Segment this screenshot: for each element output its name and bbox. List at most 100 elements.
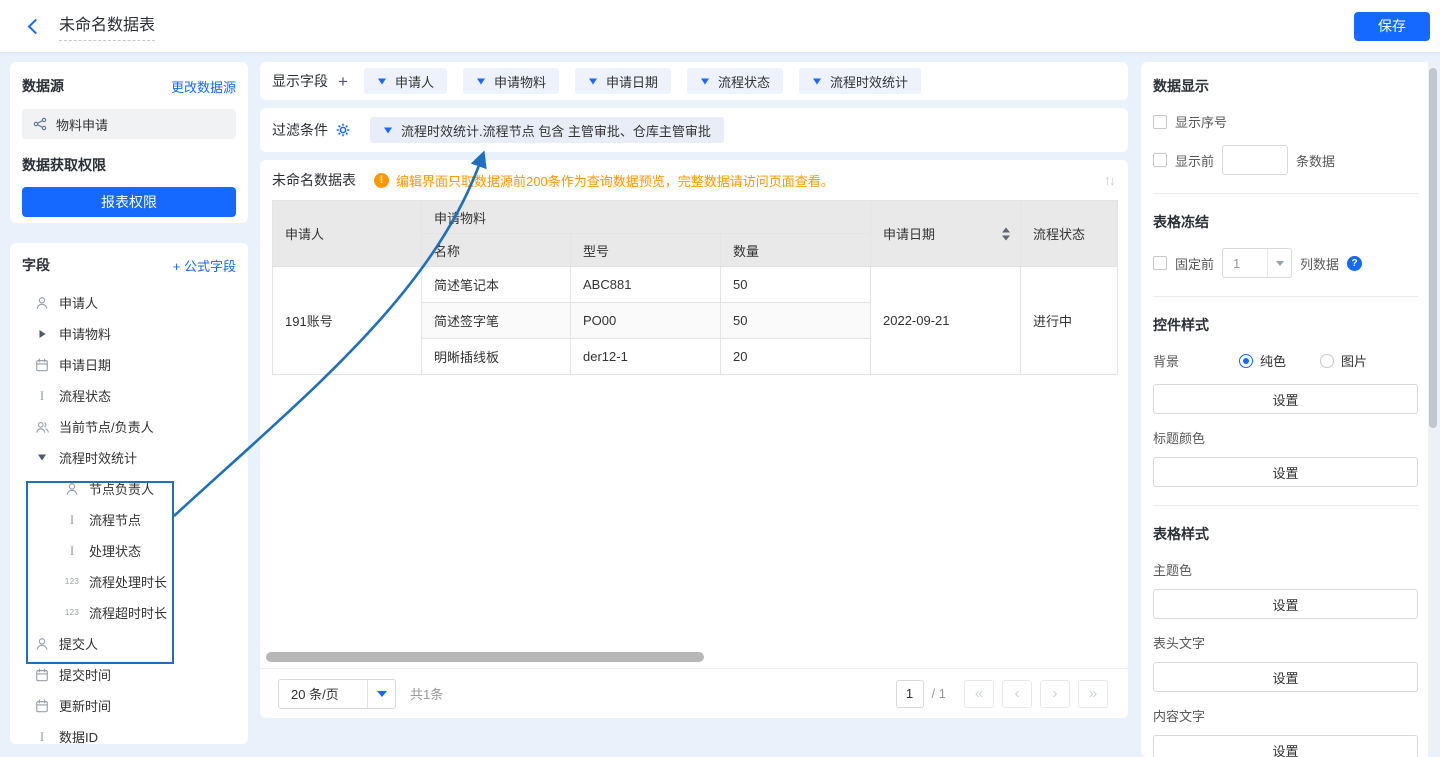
cell-date: 2022-09-21 (871, 267, 1021, 375)
caret-down-icon (377, 77, 387, 86)
field-item-update-time[interactable]: 更新时间 (10, 690, 248, 721)
next-page-button[interactable]: › (1040, 680, 1070, 708)
field-chip-applicant[interactable]: 申请人 (364, 68, 447, 94)
divider (1153, 505, 1418, 506)
field-chip-process-status[interactable]: 流程状态 (687, 68, 783, 94)
filter-label: 过滤条件 (272, 120, 328, 140)
topbar: 未命名数据表 保存 (0, 0, 1440, 52)
cell-material-quantity: 50 (721, 303, 871, 339)
horizontal-scrollbar-thumb[interactable] (266, 652, 704, 662)
field-item-process-node[interactable]: I 流程节点 (10, 504, 248, 535)
field-item-submitter[interactable]: 提交人 (10, 628, 248, 659)
caret-down-icon (1267, 249, 1291, 277)
caret-down-icon (383, 126, 393, 135)
caret-down-icon (367, 680, 395, 708)
caret-down-icon (34, 453, 50, 462)
datasource-card: 数据源 更改数据源 物料申请 数据获取权限 报表权限 (10, 62, 248, 223)
sort-order-icon[interactable]: ↑↓ (1104, 172, 1114, 188)
title-color-set-button[interactable]: 设置 (1153, 457, 1418, 487)
cell-material-name: 明晰插线板 (422, 339, 571, 375)
field-item-current-node-owner[interactable]: 当前节点/负责人 (10, 411, 248, 442)
cols-suffix-label: 列数据 (1300, 254, 1339, 273)
show-index-checkbox[interactable] (1153, 115, 1167, 129)
show-first-label: 显示前 (1175, 151, 1214, 170)
row-limit-input[interactable] (1222, 145, 1288, 175)
field-item-process-time-stats[interactable]: 流程时效统计 (10, 442, 248, 473)
radio-image[interactable]: 图片 (1320, 351, 1367, 370)
last-page-button[interactable]: » (1078, 680, 1108, 708)
field-item-handle-status[interactable]: I 处理状态 (10, 535, 248, 566)
filter-settings-gear-icon[interactable] (336, 123, 350, 137)
add-formula-field-link[interactable]: + 公式字段 (173, 256, 236, 275)
calendar-icon (34, 699, 50, 713)
background-label: 背景 (1153, 351, 1231, 370)
col-header-date[interactable]: 申请日期 (871, 201, 1021, 267)
help-icon[interactable]: ? (1347, 256, 1362, 271)
field-chip-process-time-stats[interactable]: 流程时效统计 (799, 68, 921, 94)
save-button[interactable]: 保存 (1354, 12, 1430, 41)
data-display-heading: 数据显示 (1153, 76, 1418, 96)
content-text-set-button[interactable]: 设置 (1153, 735, 1418, 757)
field-item-process-status[interactable]: I 流程状态 (10, 380, 248, 411)
field-item-submit-time[interactable]: 提交时间 (10, 659, 248, 690)
field-item-apply-date[interactable]: 申请日期 (10, 349, 248, 380)
page-title[interactable]: 未命名数据表 (59, 11, 155, 41)
current-page-input[interactable]: 1 (896, 680, 924, 708)
filter-condition-chip[interactable]: 流程时效统计.流程节点 包含 主管审批、仓库主管审批 (370, 117, 724, 143)
back-icon[interactable] (28, 18, 44, 34)
show-first-checkbox[interactable] (1153, 153, 1167, 167)
content-text-label: 内容文字 (1153, 706, 1418, 725)
caret-down-icon (476, 77, 486, 86)
text-icon: I (64, 513, 80, 526)
add-display-field-button[interactable]: + (338, 73, 348, 90)
freeze-count-select[interactable]: 1 (1222, 248, 1292, 278)
col-header-status[interactable]: 流程状态 (1021, 201, 1118, 267)
caret-down-icon (812, 77, 822, 86)
text-icon: I (34, 389, 50, 402)
fields-card: 字段 + 公式字段 申请人 申请物料 申请日期 I 流程状态 当前节点/负责人 (10, 243, 248, 744)
header-text-label: 表头文字 (1153, 633, 1418, 652)
cell-material-name: 简述签字笔 (422, 303, 571, 339)
col-header-applicant[interactable]: 申请人 (273, 201, 422, 267)
field-item-apply-material[interactable]: 申请物料 (10, 318, 248, 349)
rows-suffix-label: 条数据 (1296, 151, 1335, 170)
field-item-data-id[interactable]: I 数据ID (10, 721, 248, 744)
col-header-name[interactable]: 名称 (422, 234, 571, 267)
style-settings-panel: 数据显示 显示序号 显示前 条数据 表格冻结 固定前 1 列数据 ? 控件样式 … (1141, 62, 1428, 757)
radio-solid-color[interactable]: 纯色 (1239, 351, 1286, 370)
cell-material-model: ABC881 (571, 267, 721, 303)
page-size-select[interactable]: 20 条/页 (278, 679, 396, 709)
theme-color-set-button[interactable]: 设置 (1153, 589, 1418, 619)
display-field-chips: 申请人 申请物料 申请日期 流程状态 流程时效统计 (364, 68, 921, 94)
field-chip-apply-date[interactable]: 申请日期 (575, 68, 671, 94)
cell-material-name: 简述笔记本 (422, 267, 571, 303)
freeze-columns-checkbox[interactable] (1153, 256, 1167, 270)
field-item-applicant[interactable]: 申请人 (10, 287, 248, 318)
fields-heading: 字段 (22, 255, 50, 275)
field-chip-apply-material[interactable]: 申请物料 (463, 68, 559, 94)
sort-icon[interactable] (1002, 227, 1010, 240)
field-item-process-overtime[interactable]: 123 流程超时时长 (10, 597, 248, 628)
col-header-model[interactable]: 型号 (571, 234, 721, 267)
prev-page-button[interactable]: ‹ (1002, 680, 1032, 708)
background-set-button[interactable]: 设置 (1153, 384, 1418, 414)
users-icon (34, 420, 50, 434)
header-text-set-button[interactable]: 设置 (1153, 662, 1418, 692)
title-color-label: 标题颜色 (1153, 428, 1418, 447)
theme-color-label: 主题色 (1153, 560, 1418, 579)
filter-bar: 过滤条件 流程时效统计.流程节点 包含 主管审批、仓库主管审批 (260, 108, 1128, 152)
permission-heading: 数据获取权限 (22, 155, 106, 175)
form-link-icon (32, 117, 48, 131)
field-item-process-duration[interactable]: 123 流程处理时长 (10, 566, 248, 597)
first-page-button[interactable]: « (964, 680, 994, 708)
calendar-icon (34, 358, 50, 372)
window-scrollbar-thumb[interactable] (1429, 68, 1437, 428)
field-item-node-owner[interactable]: 节点负责人 (10, 473, 248, 504)
datasource-item[interactable]: 物料申请 (22, 109, 236, 139)
datasource-heading: 数据源 (22, 76, 64, 96)
report-permission-button[interactable]: 报表权限 (22, 187, 236, 217)
display-fields-label: 显示字段 (272, 71, 328, 91)
col-header-material-group[interactable]: 申请物料 (422, 201, 871, 234)
change-datasource-link[interactable]: 更改数据源 (171, 77, 236, 96)
col-header-quantity[interactable]: 数量 (721, 234, 871, 267)
